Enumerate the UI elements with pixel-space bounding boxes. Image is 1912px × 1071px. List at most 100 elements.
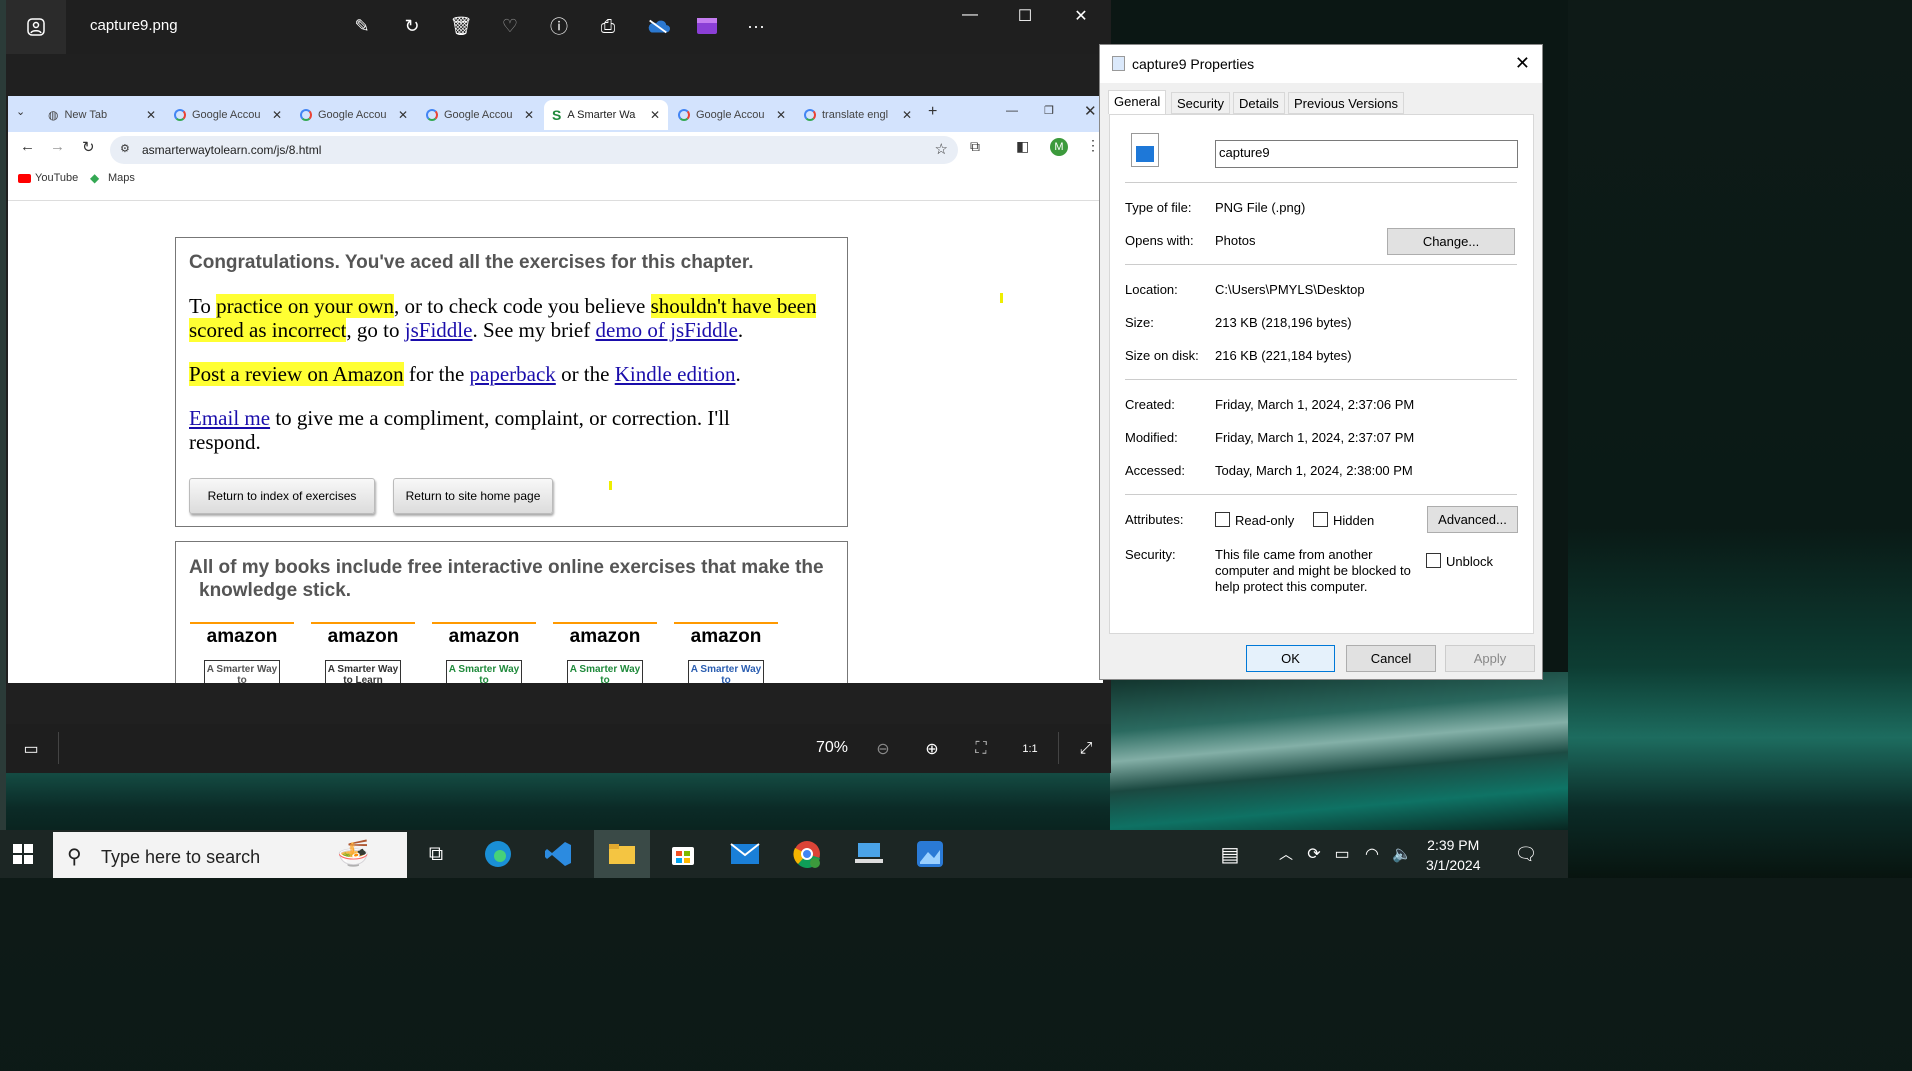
bookmark-maps[interactable]: Maps	[108, 172, 135, 184]
file-explorer-icon[interactable]	[594, 830, 650, 878]
separator	[1125, 182, 1517, 183]
book-card[interactable]: amazon A Smarter Way to	[432, 622, 536, 683]
return-home-button[interactable]: Return to site home page	[393, 478, 553, 514]
favorite-heart-icon[interactable]: ♡	[498, 14, 522, 38]
tab-close-icon[interactable]: ✕	[146, 108, 156, 122]
return-index-button[interactable]: Return to index of exercises	[189, 478, 375, 514]
demo-jsfiddle-link[interactable]: demo of jsFiddle	[596, 318, 738, 342]
hidden-checkbox[interactable]	[1313, 512, 1328, 527]
tab-close-icon[interactable]: ✕	[902, 108, 912, 122]
delete-icon[interactable]: 🗑	[449, 14, 473, 38]
jsfiddle-link[interactable]: jsFiddle	[405, 318, 473, 342]
tab-security[interactable]: Security	[1171, 92, 1230, 114]
bookmark-star-icon[interactable]: ☆	[935, 140, 948, 158]
google-icon	[804, 109, 816, 121]
site-info-icon[interactable]: ⚙	[120, 142, 130, 155]
forward-arrow-icon[interactable]: →	[50, 138, 65, 155]
chrome-icon[interactable]	[791, 840, 823, 868]
tab-close-icon[interactable]: ✕	[398, 108, 408, 122]
advanced-button[interactable]: Advanced...	[1427, 506, 1518, 533]
dialog-close-icon[interactable]: ✕	[1515, 53, 1530, 74]
tab-details[interactable]: Details	[1233, 92, 1285, 114]
tab-google-account-2[interactable]: Google Accou ✕	[292, 100, 416, 130]
browser-tab-strip: ⌄ ◍ New Tab ✕ Google Accou ✕ Google Accou ✕ …	[8, 96, 1103, 132]
book-card[interactable]: amazon A Smarter Way to Learn	[311, 622, 415, 683]
zoom-level: 70%	[816, 739, 849, 756]
task-view-icon[interactable]: ⧉	[420, 840, 452, 868]
bookmark-youtube[interactable]: YouTube	[35, 172, 78, 184]
zoom-in-icon[interactable]: ⊕	[921, 738, 943, 760]
mail-icon[interactable]	[729, 840, 761, 868]
browser-menu-icon[interactable]: ⋮	[1086, 137, 1100, 154]
kindle-link[interactable]: Kindle edition	[615, 362, 736, 386]
close-icon[interactable]: ✕	[1069, 6, 1093, 26]
profile-avatar[interactable]: M	[1050, 138, 1068, 156]
taskbar-clock[interactable]: 2:39 PM 3/1/2024	[1426, 835, 1481, 875]
book-card[interactable]: amazon A Smarter Way to	[553, 622, 657, 683]
minimize-icon[interactable]: —	[958, 6, 982, 26]
tab-translate[interactable]: translate engl ✕	[796, 100, 920, 130]
tab-google-account-4[interactable]: Google Accou ✕	[670, 100, 794, 130]
browser-close-icon[interactable]: ✕	[1084, 102, 1097, 120]
back-arrow-icon[interactable]: ←	[20, 138, 35, 155]
bookmarks-bar: YouTube ◆ Maps	[8, 168, 1103, 194]
tab-google-account-3[interactable]: Google Accou ✕	[418, 100, 542, 130]
youtube-icon	[18, 174, 31, 183]
clipchamp-icon[interactable]	[695, 14, 719, 38]
readonly-checkbox[interactable]	[1215, 512, 1230, 527]
browser-minimize-icon[interactable]: —	[1006, 103, 1018, 117]
tab-smarter-way[interactable]: SA Smarter Wa ✕	[544, 100, 668, 130]
browser-restore-icon[interactable]: ❐	[1044, 104, 1054, 117]
unblock-checkbox[interactable]	[1426, 553, 1441, 568]
tab-close-icon[interactable]: ✕	[650, 108, 660, 122]
onedrive-icon[interactable]	[646, 14, 670, 38]
zoom-out-icon[interactable]: ⊖	[872, 738, 894, 760]
store-icon[interactable]	[667, 840, 699, 868]
actual-size-icon[interactable]: 1:1	[1019, 738, 1041, 760]
edge-icon[interactable]	[482, 840, 514, 868]
maximize-icon[interactable]: ☐	[1013, 6, 1037, 26]
photos-taskbar-icon[interactable]	[914, 840, 946, 868]
tab-close-icon[interactable]: ✕	[524, 108, 534, 122]
rotate-icon[interactable]: ↻	[400, 14, 424, 38]
news-icon[interactable]: ▤	[1214, 840, 1246, 868]
taskbar-search[interactable]: ⚲ Type here to search 🍜	[53, 832, 407, 878]
address-bar[interactable]: ⚙ asmarterwaytolearn.com/js/8.html ☆	[110, 136, 958, 164]
print-icon[interactable]: ⎙	[596, 14, 620, 38]
tab-close-icon[interactable]: ✕	[272, 108, 282, 122]
filename-input[interactable]: capture9	[1215, 140, 1518, 168]
tab-search-chevron-icon[interactable]: ⌄	[16, 105, 34, 123]
volume-icon[interactable]: 🔈	[1386, 840, 1418, 868]
info-icon[interactable]: ⓘ	[547, 14, 571, 38]
books-panel: All of my books include free interactive…	[175, 541, 848, 683]
cancel-button[interactable]: Cancel	[1346, 645, 1436, 672]
tab-general[interactable]: General	[1108, 90, 1167, 114]
more-options-icon[interactable]: ···	[744, 14, 768, 38]
battery-icon[interactable]: ▭	[1326, 840, 1358, 868]
tab-new-tab[interactable]: ◍ New Tab ✕	[40, 100, 164, 130]
notification-icon[interactable]: 🗨	[1510, 840, 1542, 868]
tab-google-account-1[interactable]: Google Accou ✕	[166, 100, 290, 130]
windows-start-icon[interactable]	[6, 840, 40, 868]
book-card[interactable]: amazon A Smarter Way to	[674, 622, 778, 683]
paperback-link[interactable]: paperback	[470, 362, 556, 386]
book-card[interactable]: amazon A Smarter Way to	[190, 622, 294, 683]
side-panel-icon[interactable]: ◧	[1016, 138, 1029, 155]
edit-image-icon[interactable]: ✎	[350, 14, 374, 38]
remote-desktop-icon[interactable]	[853, 840, 885, 868]
filmstrip-icon[interactable]: ▭	[20, 738, 42, 760]
vscode-icon[interactable]	[543, 840, 575, 868]
fullscreen-icon[interactable]: ⤢	[1075, 738, 1097, 760]
reload-icon[interactable]: ↻	[82, 138, 95, 156]
new-tab-plus-icon[interactable]: +	[928, 103, 937, 121]
tab-close-icon[interactable]: ✕	[776, 108, 786, 122]
ok-button[interactable]: OK	[1246, 645, 1335, 672]
wifi-icon[interactable]: ◠	[1356, 840, 1388, 868]
email-me-link[interactable]: Email me	[189, 406, 270, 430]
photos-app-icon[interactable]	[6, 0, 66, 54]
apply-button[interactable]: Apply	[1445, 645, 1535, 672]
fit-window-icon[interactable]: ⛶	[970, 738, 992, 760]
tab-previous-versions[interactable]: Previous Versions	[1288, 92, 1405, 114]
change-button[interactable]: Change...	[1387, 228, 1515, 255]
extensions-puzzle-icon[interactable]: ⧉	[970, 138, 980, 155]
